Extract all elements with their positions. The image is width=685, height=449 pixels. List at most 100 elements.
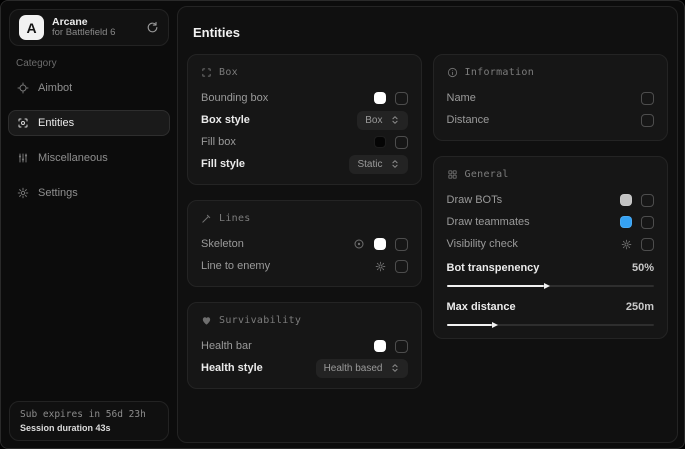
setting-row-fill-style: Fill style Static	[201, 154, 408, 174]
info-icon	[447, 67, 458, 78]
bounding-box-checkbox[interactable]	[395, 92, 408, 105]
setting-label: Line to enemy	[201, 260, 270, 272]
general-section-header: General	[447, 167, 655, 182]
fill-style-dropdown[interactable]: Static	[349, 155, 407, 174]
setting-label: Distance	[447, 114, 490, 126]
crosshair-icon	[17, 82, 29, 94]
setting-label: Fill box	[201, 136, 236, 148]
gear-icon	[17, 187, 29, 199]
sidebar-item-label: Entities	[38, 117, 74, 129]
survivability-card: Survivability Health bar Health style He…	[187, 302, 422, 389]
section-title: Survivability	[219, 315, 301, 326]
section-title: Lines	[219, 213, 251, 224]
setting-label: Box style	[201, 114, 250, 126]
setting-label: Max distance	[447, 301, 516, 313]
lines-section-header: Lines	[201, 211, 408, 226]
logo-card: A Arcane for Battlefield 6	[9, 9, 169, 46]
unfold-icon	[390, 363, 400, 373]
setting-label: Skeleton	[201, 238, 244, 250]
survivability-section-header: Survivability	[201, 313, 408, 328]
app-subtitle: for Battlefield 6	[52, 28, 115, 39]
sidebar-nav: Aimbot Entities Miscellaneous Settings	[1, 75, 177, 206]
sidebar-item-aimbot[interactable]: Aimbot	[8, 75, 170, 101]
sidebar-item-settings[interactable]: Settings	[8, 180, 170, 206]
setting-row-bot-transparency: Bot transpenency 50%	[447, 258, 655, 278]
gear-icon[interactable]	[375, 261, 386, 272]
bot-transparency-value: 50%	[632, 262, 654, 274]
setting-label: Fill style	[201, 158, 245, 170]
skeleton-checkbox[interactable]	[395, 238, 408, 251]
setting-label: Draw teammates	[447, 216, 530, 228]
setting-row-name: Name	[447, 88, 655, 108]
bot-transparency-group: Bot transpenency 50%	[447, 258, 655, 287]
session-duration-text: Session duration 43s	[20, 423, 158, 433]
gear-icon[interactable]	[621, 239, 632, 250]
setting-label: Bounding box	[201, 92, 268, 104]
setting-row-line-to-enemy: Line to enemy	[201, 256, 408, 276]
setting-row-box-style: Box style Box	[201, 110, 408, 130]
skeleton-color-swatch[interactable]	[374, 238, 386, 250]
setting-label: Health bar	[201, 340, 252, 352]
grid-icon	[447, 169, 458, 180]
fill-box-checkbox[interactable]	[395, 136, 408, 149]
draw-bots-checkbox[interactable]	[641, 194, 654, 207]
sidebar-item-entities[interactable]: Entities	[8, 110, 170, 136]
setting-row-draw-bots: Draw BOTs	[447, 190, 655, 210]
setting-label: Name	[447, 92, 476, 104]
draw-teammates-checkbox[interactable]	[641, 216, 654, 229]
max-distance-group: Max distance 250m	[447, 297, 655, 326]
health-bar-color-swatch[interactable]	[374, 340, 386, 352]
setting-label: Bot transpenency	[447, 262, 540, 274]
app-window: A Arcane for Battlefield 6 Category Aimb…	[0, 0, 685, 449]
sidebar-item-miscellaneous[interactable]: Miscellaneous	[8, 145, 170, 171]
setting-row-skeleton: Skeleton	[201, 234, 408, 254]
slider-fill	[447, 324, 493, 326]
dropdown-value: Static	[357, 159, 382, 170]
information-card: Information Name Distance	[433, 54, 669, 141]
sidebar-item-label: Settings	[38, 187, 78, 199]
sliders-icon	[17, 152, 29, 164]
draw-bots-color-swatch[interactable]	[620, 194, 632, 206]
section-title: General	[465, 169, 509, 180]
eye-icon[interactable]	[353, 238, 365, 250]
box-style-dropdown[interactable]: Box	[357, 111, 407, 130]
bounding-box-color-swatch[interactable]	[374, 92, 386, 104]
setting-label: Health style	[201, 362, 263, 374]
fill-box-color-swatch[interactable]	[374, 136, 386, 148]
app-logo: A	[19, 15, 44, 40]
setting-row-draw-teammates: Draw teammates	[447, 212, 655, 232]
draw-teammates-color-swatch[interactable]	[620, 216, 632, 228]
max-distance-value: 250m	[626, 301, 654, 313]
lines-card: Lines Skeleton Line to enemy	[187, 200, 422, 287]
line-to-enemy-checkbox[interactable]	[395, 260, 408, 273]
visibility-check-checkbox[interactable]	[641, 238, 654, 251]
box-section-header: Box	[201, 65, 408, 80]
section-title: Box	[219, 67, 238, 78]
max-distance-slider[interactable]	[447, 324, 655, 326]
health-bar-checkbox[interactable]	[395, 340, 408, 353]
bot-transparency-slider[interactable]	[447, 285, 655, 287]
health-style-dropdown[interactable]: Health based	[316, 359, 408, 378]
setting-row-visibility-check: Visibility check	[447, 234, 655, 254]
slider-thumb[interactable]	[492, 322, 498, 328]
setting-row-bounding-box: Bounding box	[201, 88, 408, 108]
setting-row-health-bar: Health bar	[201, 336, 408, 356]
sidebar-item-label: Aimbot	[38, 82, 72, 94]
main-panel: Entities Box Bounding box	[177, 6, 678, 443]
slider-fill	[447, 285, 545, 287]
setting-row-max-distance: Max distance 250m	[447, 297, 655, 317]
name-checkbox[interactable]	[641, 92, 654, 105]
page-title: Entities	[193, 25, 668, 40]
scan-eye-icon	[17, 117, 29, 129]
box-card: Box Bounding box Box style Box	[187, 54, 422, 185]
pencil-line-icon	[201, 213, 212, 224]
refresh-icon[interactable]	[146, 21, 159, 34]
general-card: General Draw BOTs Draw teammates	[433, 156, 669, 339]
box-corners-icon	[201, 67, 212, 78]
setting-row-health-style: Health style Health based	[201, 358, 408, 378]
sub-expires-text: Sub expires in 56d 23h	[20, 409, 158, 420]
distance-checkbox[interactable]	[641, 114, 654, 127]
slider-thumb[interactable]	[544, 283, 550, 289]
unfold-icon	[390, 115, 400, 125]
dropdown-value: Health based	[324, 363, 383, 374]
